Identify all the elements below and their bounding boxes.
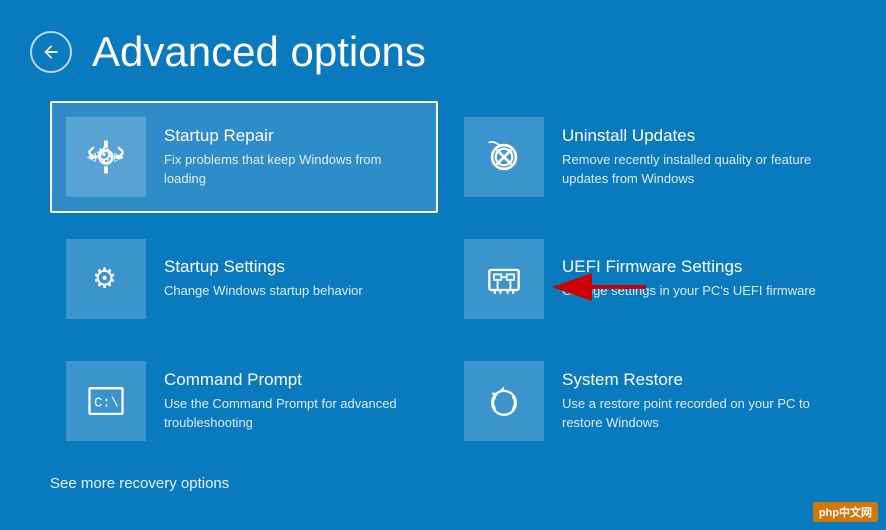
option-startup-repair[interactable]: ⚙ ◁ ▷ Startup Repair Fix problems that k…: [50, 101, 438, 213]
svg-text:⚙: ⚙: [92, 262, 117, 293]
uefi-firmware-icon-box: [464, 239, 544, 319]
system-restore-icon-box: [464, 361, 544, 441]
option-startup-settings[interactable]: ⚙ Startup Settings Change Windows startu…: [50, 223, 438, 335]
startup-repair-title: Startup Repair: [164, 126, 422, 146]
startup-repair-desc: Fix problems that keep Windows from load…: [164, 151, 422, 187]
command-prompt-desc: Use the Command Prompt for advanced trou…: [164, 395, 422, 431]
system-restore-title: System Restore: [562, 370, 820, 390]
option-uefi-firmware[interactable]: UEFI Firmware Settings Change settings i…: [448, 223, 836, 335]
uninstall-updates-desc: Remove recently installed quality or fea…: [562, 151, 820, 187]
uninstall-updates-icon-box: [464, 117, 544, 197]
startup-settings-title: Startup Settings: [164, 257, 422, 277]
header: Advanced options: [0, 0, 886, 96]
svg-text:⚙: ⚙: [95, 145, 113, 167]
watermark: php中文网: [813, 502, 878, 522]
uninstall-updates-title: Uninstall Updates: [562, 126, 820, 146]
command-prompt-title: Command Prompt: [164, 370, 422, 390]
option-command-prompt[interactable]: C:\ Command Prompt Use the Command Promp…: [50, 345, 438, 457]
command-prompt-text: Command Prompt Use the Command Prompt fo…: [164, 370, 422, 431]
startup-repair-icon-box: ⚙ ◁ ▷: [66, 117, 146, 197]
svg-text:C:\: C:\: [94, 396, 119, 412]
startup-settings-desc: Change Windows startup behavior: [164, 282, 422, 300]
uninstall-updates-text: Uninstall Updates Remove recently instal…: [562, 126, 820, 187]
svg-text:▷: ▷: [114, 150, 124, 164]
option-uninstall-updates[interactable]: Uninstall Updates Remove recently instal…: [448, 101, 836, 213]
startup-repair-text: Startup Repair Fix problems that keep Wi…: [164, 126, 422, 187]
back-button[interactable]: [30, 31, 72, 73]
svg-text:◁: ◁: [87, 150, 97, 164]
command-prompt-icon-box: C:\: [66, 361, 146, 441]
startup-settings-icon-box: ⚙: [66, 239, 146, 319]
see-more-recovery-link[interactable]: See more recovery options: [0, 457, 886, 510]
option-system-restore[interactable]: System Restore Use a restore point recor…: [448, 345, 836, 457]
system-restore-desc: Use a restore point recorded on your PC …: [562, 395, 820, 431]
startup-settings-text: Startup Settings Change Windows startup …: [164, 257, 422, 300]
uefi-firmware-title: UEFI Firmware Settings: [562, 257, 820, 277]
options-grid: ⚙ ◁ ▷ Startup Repair Fix problems that k…: [0, 101, 886, 457]
system-restore-text: System Restore Use a restore point recor…: [562, 370, 820, 431]
uefi-firmware-desc: Change settings in your PC's UEFI firmwa…: [562, 282, 820, 300]
uefi-firmware-text: UEFI Firmware Settings Change settings i…: [562, 257, 820, 300]
page-title: Advanced options: [92, 28, 426, 76]
